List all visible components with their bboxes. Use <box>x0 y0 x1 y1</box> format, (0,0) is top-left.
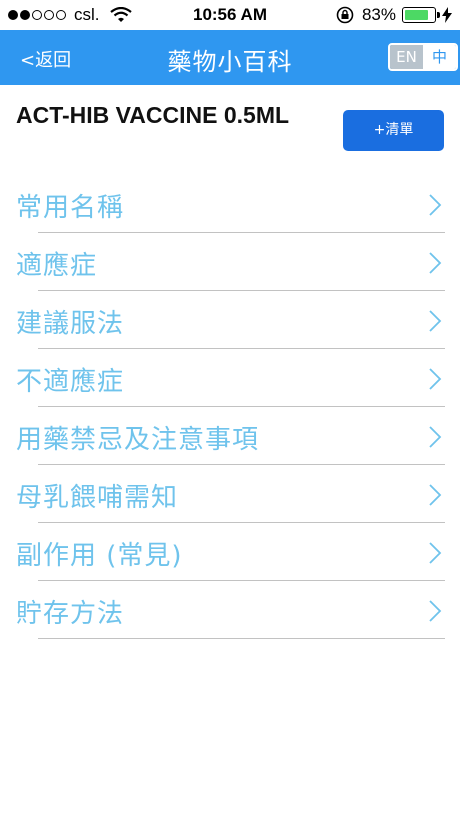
charging-bolt-icon <box>442 7 452 23</box>
section-label: 適應症 <box>16 251 98 281</box>
status-bar: csl. 10:56 AM 83% <box>0 0 460 30</box>
section-label: 副作用 (常見) <box>16 541 183 571</box>
section-row[interactable]: 適應症 <box>0 233 460 291</box>
section-row[interactable]: 不適應症 <box>0 349 460 407</box>
info-sections-list: 常用名稱適應症建議服法不適應症用藥禁忌及注意事項 母乳餵哺需知 副作用 (常見) 貯存… <box>0 175 460 639</box>
section-label: 不適應症 <box>16 367 125 397</box>
section-label: 用藥禁忌及注意事項 <box>16 425 260 455</box>
battery-icon <box>402 7 440 23</box>
chevron-right-icon <box>429 484 442 506</box>
section-row[interactable]: 副作用 (常見) <box>0 523 460 581</box>
add-to-list-button[interactable]: +清單 <box>343 110 444 151</box>
section-label: 母乳餵哺需知 <box>16 483 179 513</box>
status-right: 83% <box>336 5 452 25</box>
nav-bar: <返回 藥物小百科 EN 中 <box>0 30 460 85</box>
chevron-right-icon <box>429 368 442 390</box>
battery-level <box>405 10 429 20</box>
section-label: 貯存方法 <box>16 599 125 629</box>
section-label: 常用名稱 <box>16 193 125 223</box>
drug-name: ACT-HIB VACCINE 0.5ML <box>16 102 290 128</box>
chevron-right-icon <box>429 252 442 274</box>
section-row[interactable]: 用藥禁忌及注意事項 <box>0 407 460 465</box>
section-row[interactable]: 常用名稱 <box>0 175 460 233</box>
section-row[interactable]: 建議服法 <box>0 291 460 349</box>
section-row[interactable]: 貯存方法 <box>0 581 460 639</box>
language-toggle[interactable]: EN 中 <box>388 43 458 71</box>
chevron-right-icon <box>429 310 442 332</box>
chevron-right-icon <box>429 426 442 448</box>
lang-en-option[interactable]: EN <box>390 45 423 69</box>
section-row[interactable]: 母乳餵哺需知 <box>0 465 460 523</box>
row-divider <box>38 638 445 639</box>
rotation-lock-icon <box>336 6 354 24</box>
battery-nub <box>437 12 440 18</box>
chevron-right-icon <box>429 194 442 216</box>
chevron-right-icon <box>429 600 442 622</box>
chevron-right-icon <box>429 542 442 564</box>
battery-percent: 83% <box>361 5 396 24</box>
section-label: 建議服法 <box>16 309 125 339</box>
lang-zh-option[interactable]: 中 <box>423 45 456 69</box>
